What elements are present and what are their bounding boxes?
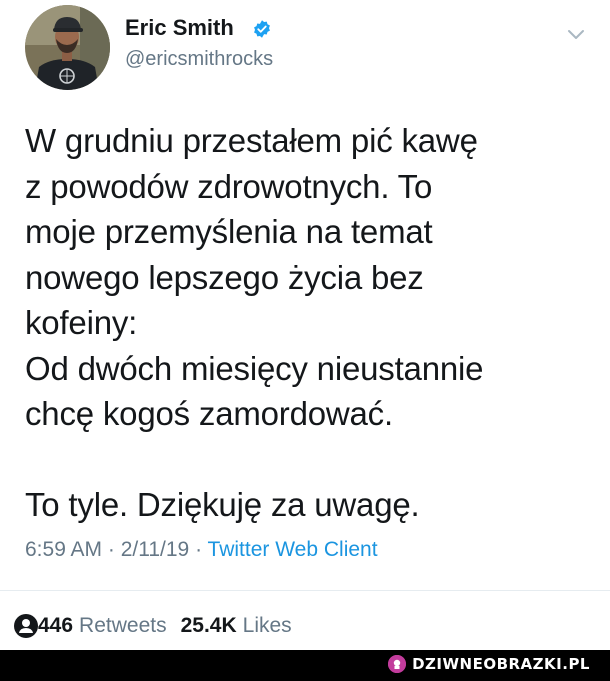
watermark: DZIWNEOBRAZKI.PL	[388, 655, 590, 673]
tweet-client-link[interactable]: Twitter Web Client	[208, 538, 378, 561]
likes-count[interactable]: 25.4K	[181, 614, 237, 638]
tweet-stats: 446 Retweets 25.4K Likes	[14, 614, 292, 638]
avatar-image	[25, 5, 110, 90]
tweet-text-line: z powodów zdrowotnych. To	[25, 167, 433, 205]
tweet-text-line: chcę kogoś zamordować.	[25, 395, 393, 432]
chevron-down-icon[interactable]	[566, 28, 586, 42]
page: Eric Smith @ericsmithrocks W grudniu prz…	[0, 0, 610, 681]
divider	[0, 590, 610, 591]
tweet-text-line: moje przemyślenia na temat	[25, 213, 433, 250]
retweets-label[interactable]: Retweets	[79, 614, 167, 638]
author-handle[interactable]: @ericsmithrocks	[125, 48, 273, 71]
tweet-text-line: kofeiny:	[25, 304, 138, 341]
retweets-count[interactable]: 446	[38, 614, 73, 638]
person-icon	[14, 614, 38, 638]
meta-separator: ·	[189, 538, 208, 561]
tweet-time[interactable]: 6:59 AM	[25, 538, 102, 561]
verified-badge-icon	[254, 20, 270, 38]
tweet-card: Eric Smith @ericsmithrocks W grudniu prz…	[0, 0, 610, 650]
watermark-logo-icon	[388, 655, 407, 673]
author-display-name[interactable]: Eric Smith	[125, 15, 234, 41]
watermark-bar: DZIWNEOBRAZKI.PL	[0, 650, 610, 681]
meta-separator: ·	[102, 538, 121, 561]
tweet-text-line: To tyle. Dziękuję za uwagę.	[25, 486, 420, 523]
tweet-text: W grudniu przestałem pić kawę z powodów …	[25, 118, 600, 528]
tweet-text-line: Od dwóch miesięcy nieustannie	[25, 349, 484, 387]
tweet-meta: 6:59 AM · 2/11/19 · Twitter Web Client	[25, 538, 378, 562]
tweet-text-line: W grudniu przestałem pić kawę	[25, 122, 478, 159]
watermark-text: DZIWNEOBRAZKI.PL	[412, 655, 590, 673]
tweet-date[interactable]: 2/11/19	[121, 538, 190, 561]
tweet-text-line: nowego lepszego życia bez	[25, 258, 424, 296]
likes-label[interactable]: Likes	[243, 614, 292, 638]
avatar[interactable]	[25, 5, 110, 90]
